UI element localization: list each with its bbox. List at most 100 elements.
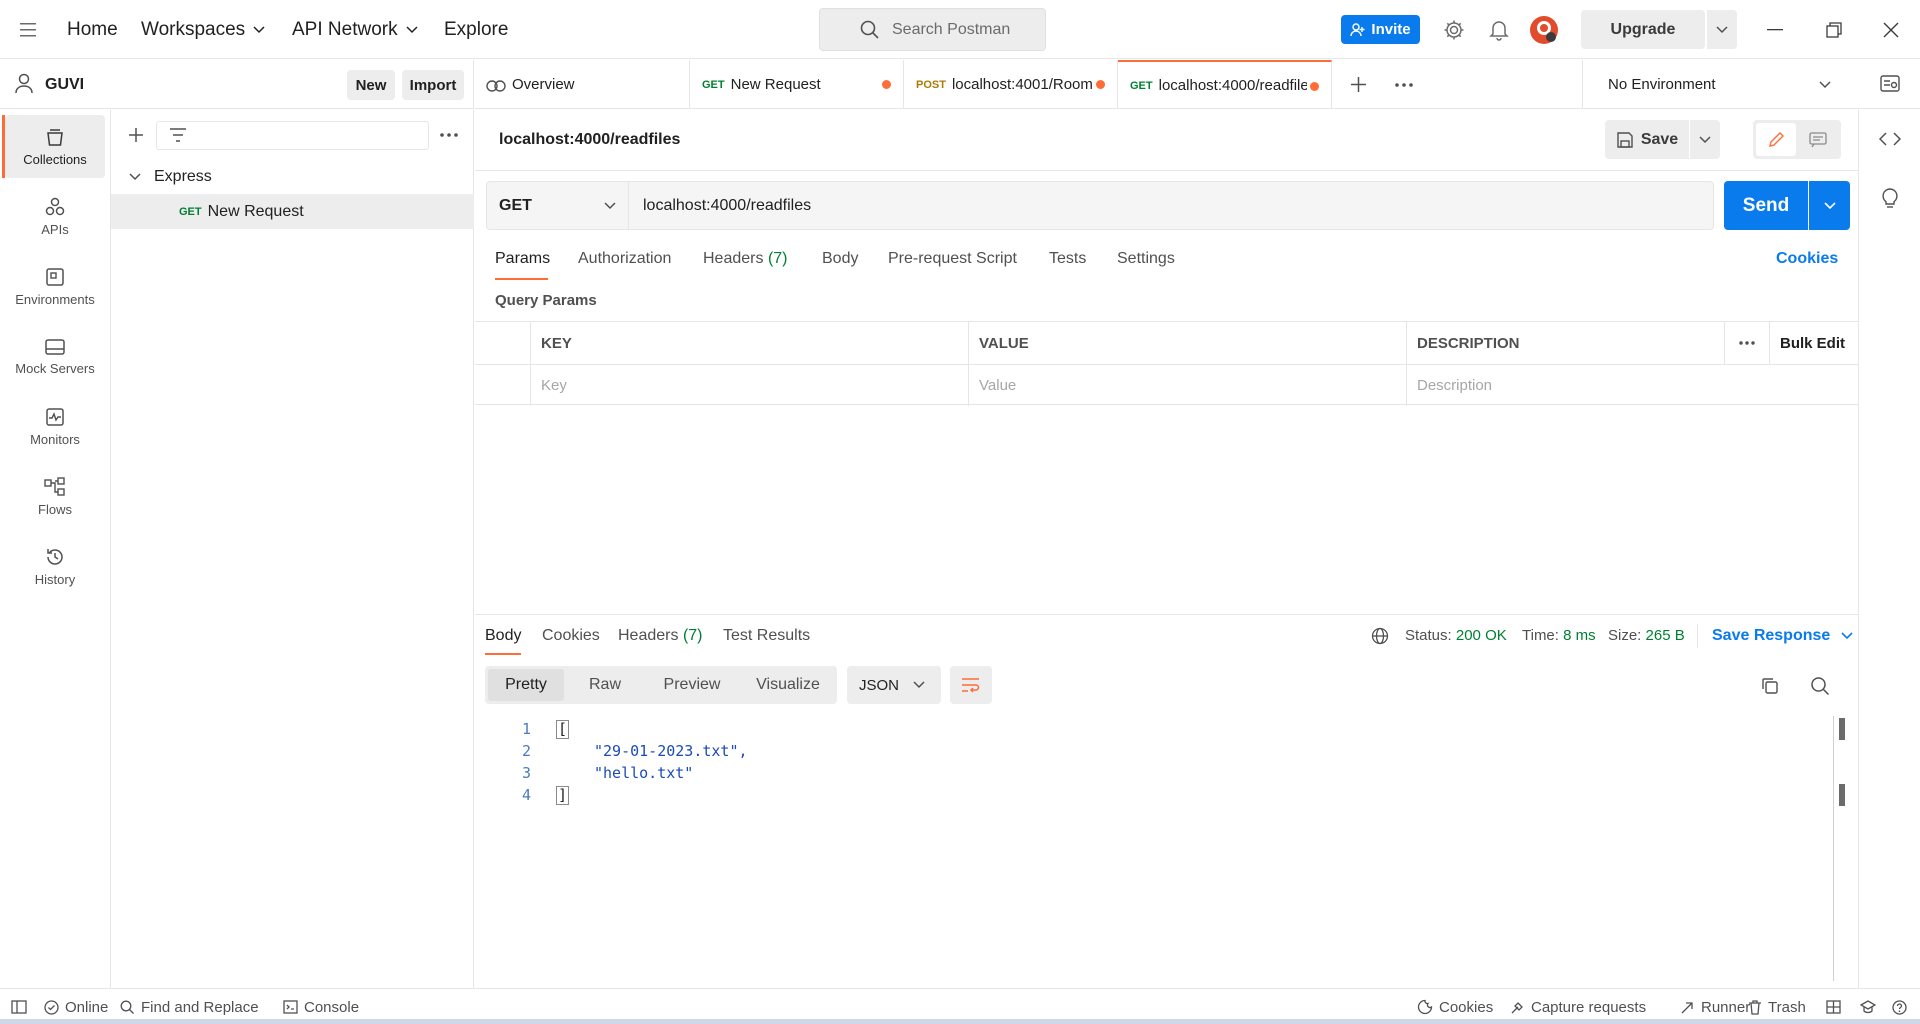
response-size[interactable]: Size: 265 B (1608, 627, 1685, 644)
tab-rooms-post[interactable]: POST localhost:4001/Rooms (904, 60, 1118, 109)
method-select[interactable]: GET (486, 181, 629, 230)
notifications-bell-icon[interactable] (1489, 0, 1509, 59)
environment-quick-look-icon[interactable] (1880, 74, 1900, 94)
collection-request-item[interactable]: GET New Request (111, 194, 474, 229)
url-input[interactable]: localhost:4000/readfiles (629, 181, 1714, 230)
filter-input[interactable] (156, 121, 429, 150)
add-collection-icon[interactable] (128, 127, 144, 143)
view-preview[interactable]: Preview (645, 669, 739, 701)
sidebar-item-history[interactable]: History (5, 535, 105, 598)
line-number: 2 (521, 742, 531, 760)
value-input[interactable]: Value (968, 364, 1406, 406)
code-line: 2 "29-01-2023.txt", (505, 740, 748, 762)
request-title[interactable]: localhost:4000/readfiles (499, 131, 680, 149)
tab-new-request[interactable]: GET New Request (690, 60, 904, 109)
response-tab-headers[interactable]: Headers (7) (618, 627, 703, 645)
response-scrollbar[interactable] (1833, 716, 1834, 981)
avatar[interactable] (1529, 0, 1559, 59)
column-header-description: DESCRIPTION (1406, 322, 1724, 364)
tab-label: localhost:4000/readfiles (1158, 77, 1307, 94)
new-tab-plus-icon[interactable] (1350, 76, 1367, 93)
minimize-window-icon[interactable] (1767, 0, 1783, 59)
settings-gear-icon[interactable] (1443, 0, 1465, 59)
copy-icon[interactable] (1761, 677, 1779, 695)
view-visualize[interactable]: Visualize (742, 669, 834, 701)
response-tab-body[interactable]: Body (485, 627, 521, 645)
cookies-link[interactable]: Cookies (1776, 250, 1838, 268)
query-params-table: KEY VALUE DESCRIPTION Bulk Edit Key Valu… (475, 321, 1858, 406)
lightbulb-icon[interactable] (1881, 188, 1899, 210)
response-tab-cookies[interactable]: Cookies (542, 627, 600, 645)
wrap-lines-icon[interactable] (950, 666, 992, 704)
save-dropdown-button[interactable] (1690, 120, 1720, 159)
tab-tests[interactable]: Tests (1049, 250, 1086, 268)
edit-mode-pencil-icon[interactable] (1756, 123, 1796, 156)
view-pretty[interactable]: Pretty (488, 669, 564, 701)
nav-workspaces[interactable]: Workspaces (141, 0, 265, 59)
restore-window-icon[interactable] (1826, 0, 1842, 59)
sidebar-item-environments[interactable]: Environments (5, 255, 105, 318)
environment-select[interactable]: No Environment (1582, 60, 1847, 109)
save-button[interactable]: Save (1605, 120, 1689, 159)
upgrade-dropdown-button[interactable] (1707, 10, 1737, 49)
code-line: 1 [ (505, 718, 748, 740)
format-select[interactable]: JSON (847, 666, 941, 704)
globe-icon[interactable] (1371, 627, 1389, 645)
search-placeholder: Search Postman (892, 20, 1011, 38)
view-raw[interactable]: Raw (568, 669, 642, 701)
search-input[interactable]: Search Postman (819, 8, 1046, 51)
tab-settings[interactable]: Settings (1117, 250, 1175, 268)
hamburger-menu-icon[interactable] (20, 0, 38, 59)
tab-overview[interactable]: Overview (475, 60, 690, 109)
collection-folder-express[interactable]: Express (111, 159, 474, 194)
send-button[interactable]: Send (1724, 181, 1808, 230)
tab-authorization[interactable]: Authorization (578, 250, 671, 268)
tab-headers[interactable]: Headers (7) (703, 250, 788, 268)
code-snippet-icon[interactable] (1879, 131, 1901, 147)
runner-label: Runner (1701, 998, 1751, 1016)
tab-body[interactable]: Body (822, 250, 858, 268)
nav-explore[interactable]: Explore (444, 0, 508, 59)
new-button[interactable]: New (347, 70, 395, 100)
response-body-code[interactable]: 1 [ 2 "29-01-2023.txt", 3 "hello.txt" 4 … (505, 718, 748, 806)
key-input[interactable]: Key (530, 364, 968, 406)
overview-icon (486, 79, 506, 92)
documentation-mode-icon[interactable] (1798, 123, 1838, 156)
tab-pre-request-script[interactable]: Pre-request Script (888, 250, 1017, 268)
chevron-down-icon (1823, 201, 1836, 209)
sidebar-item-mock-servers[interactable]: Mock Servers (5, 325, 105, 388)
sidebar-item-monitors[interactable]: Monitors (5, 395, 105, 458)
nav-home[interactable]: Home (67, 0, 118, 59)
tab-readfiles-get[interactable]: GET localhost:4000/readfiles (1118, 60, 1332, 109)
response-status[interactable]: Status: 200 OK (1405, 627, 1507, 644)
table-more-options-icon[interactable] (1724, 322, 1769, 364)
send-dropdown-button[interactable] (1809, 181, 1850, 230)
sidebar-item-label: Collections (23, 151, 87, 167)
invite-button[interactable]: Invite (1341, 15, 1420, 44)
tab-params[interactable]: Params (495, 250, 550, 268)
invite-label: Invite (1371, 21, 1411, 38)
tabs-more-icon[interactable] (1395, 83, 1413, 87)
more-options-icon[interactable] (440, 133, 458, 137)
bulk-edit-button[interactable]: Bulk Edit (1769, 322, 1858, 364)
sidebar-item-label: APIs (41, 221, 69, 237)
folder-name: Express (154, 167, 212, 185)
right-context-bar (1858, 110, 1920, 988)
response-tab-test-results[interactable]: Test Results (723, 627, 810, 645)
console-label: Console (304, 998, 360, 1016)
upgrade-button[interactable]: Upgrade (1581, 10, 1705, 49)
description-input[interactable]: Description (1406, 364, 1858, 406)
nav-api-network[interactable]: API Network (292, 0, 418, 59)
code-text: ] (556, 785, 570, 805)
response-time[interactable]: Time: 8 ms (1522, 627, 1596, 644)
import-button[interactable]: Import (402, 70, 464, 100)
sidebar-item-apis[interactable]: APIs (5, 185, 105, 248)
capture-requests-label: Capture requests (1531, 998, 1647, 1016)
sidebar-item-flows[interactable]: Flows (5, 465, 105, 528)
response-divider[interactable] (475, 614, 1858, 615)
sidebar-item-collections[interactable]: Collections (2, 115, 105, 178)
close-window-icon[interactable] (1883, 0, 1899, 59)
taskbar-edge (0, 1019, 1920, 1024)
search-response-icon[interactable] (1810, 676, 1830, 696)
save-response-button[interactable]: Save Response (1712, 627, 1853, 645)
